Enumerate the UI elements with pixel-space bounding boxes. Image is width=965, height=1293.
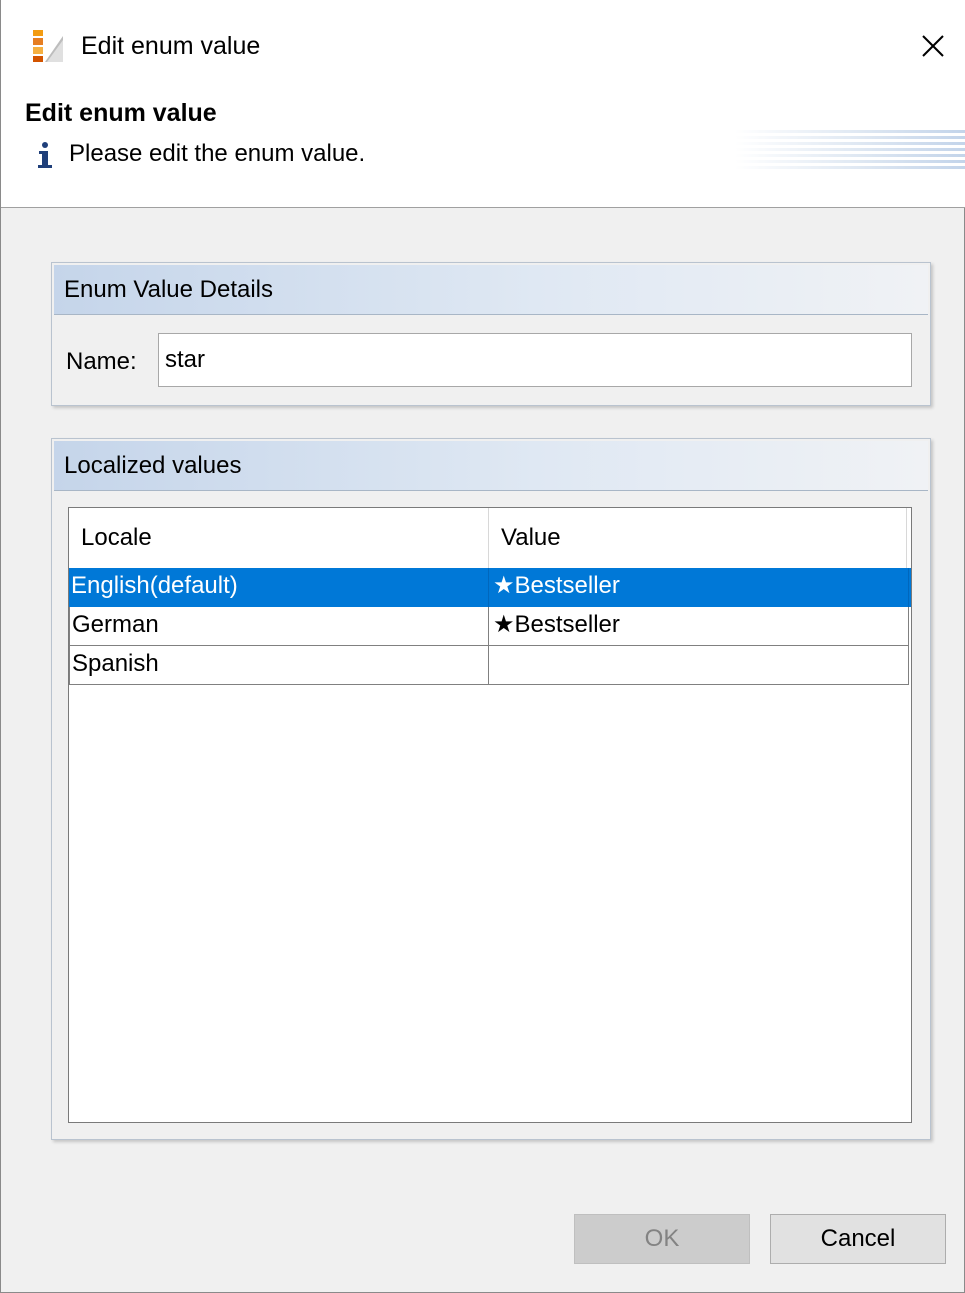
header-message: Please edit the enum value.: [69, 140, 366, 167]
ok-button[interactable]: OK: [574, 1214, 750, 1264]
info-icon: [38, 142, 52, 168]
group-title: Localized values: [64, 452, 242, 479]
banner-stripes-graphic: [735, 130, 965, 169]
window-title: Edit enum value: [81, 32, 261, 60]
column-header-locale[interactable]: Locale: [69, 508, 489, 568]
close-icon[interactable]: [909, 22, 957, 70]
value-cell[interactable]: ★Bestseller: [489, 607, 909, 646]
value-cell[interactable]: ★Bestseller: [489, 568, 909, 607]
edit-enum-value-dialog: Edit enum value Edit enum value Please e…: [0, 0, 965, 1293]
localized-values-table[interactable]: Locale Value English(default) ★Bestselle…: [68, 507, 912, 1123]
dialog-content: Enum Value Details Name: Localized value…: [1, 208, 964, 1292]
locale-cell[interactable]: English(default): [69, 568, 489, 607]
group-header: Localized values: [54, 441, 928, 491]
dialog-header: Edit enum value Please edit the enum val…: [1, 92, 965, 208]
table-header: Locale Value: [69, 508, 911, 568]
locale-cell[interactable]: Spanish: [69, 646, 489, 685]
group-header: Enum Value Details: [54, 265, 928, 315]
localized-values-group: Localized values Locale Value English(de…: [51, 438, 931, 1140]
table-row[interactable]: Spanish: [69, 646, 911, 685]
table-row[interactable]: German ★Bestseller: [69, 607, 911, 646]
name-label: Name:: [66, 348, 137, 375]
locale-cell[interactable]: German: [69, 607, 489, 646]
app-icon: [33, 30, 63, 62]
value-cell[interactable]: [489, 646, 909, 685]
table-row[interactable]: English(default) ★Bestseller: [69, 568, 911, 607]
group-title: Enum Value Details: [64, 276, 273, 303]
column-header-value[interactable]: Value: [489, 508, 907, 568]
cancel-button[interactable]: Cancel: [770, 1214, 946, 1264]
name-input[interactable]: [158, 333, 912, 387]
header-title: Edit enum value: [25, 99, 217, 127]
title-bar: Edit enum value: [1, 0, 965, 92]
enum-value-details-group: Enum Value Details Name:: [51, 262, 931, 406]
